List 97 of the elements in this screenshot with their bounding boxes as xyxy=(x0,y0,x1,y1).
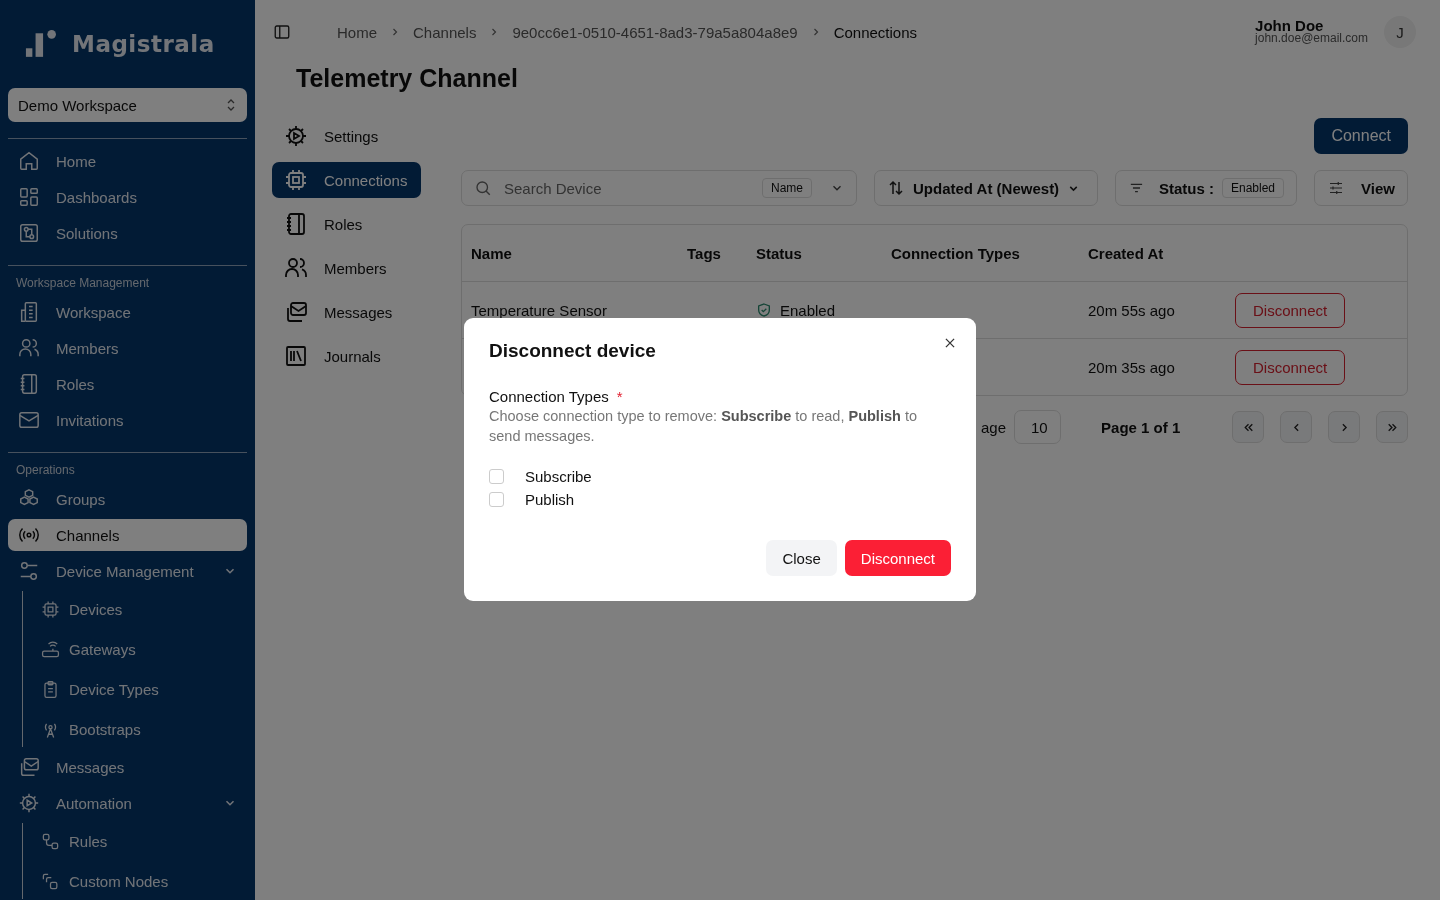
channel-tab[interactable]: Journals xyxy=(272,338,421,374)
close-icon[interactable] xyxy=(943,336,957,350)
notebook-icon xyxy=(284,212,308,236)
field-description: Choose connection type to remove: Subscribe to read, Publish to send messages. xyxy=(489,407,918,446)
settings-icon xyxy=(18,792,40,814)
column-header: Connection Types xyxy=(891,244,1021,262)
sidebar-item[interactable]: Invitations xyxy=(8,404,247,436)
user-avatar[interactable]: J xyxy=(1384,16,1416,48)
column-header: Created At xyxy=(1088,244,1165,262)
channel-tab[interactable]: Roles xyxy=(272,206,421,242)
dialog-title: Disconnect device xyxy=(489,340,657,362)
breadcrumb-link[interactable]: Home xyxy=(337,23,377,41)
sidebar-item[interactable]: Solutions xyxy=(8,217,247,249)
channel-tab[interactable]: Connections xyxy=(272,162,421,198)
view-button[interactable]: View xyxy=(1314,170,1408,206)
circuit-board-icon xyxy=(18,222,40,244)
sidebar-item[interactable]: Workspace xyxy=(8,296,247,328)
users-icon xyxy=(18,337,40,359)
sidebar-item[interactable]: Roles xyxy=(8,368,247,400)
page-indicator: Page 1 of 1 xyxy=(1101,418,1181,436)
channel-tab[interactable]: Members xyxy=(272,250,421,286)
rows-per-page-label: age xyxy=(981,418,1007,436)
library-icon xyxy=(284,344,308,368)
sidebar-subitem[interactable]: Rules xyxy=(41,823,247,859)
sidebar-item[interactable]: Dashboards xyxy=(8,181,247,213)
sidebar-subitem[interactable]: Bootstraps xyxy=(41,711,247,747)
checkbox-label: Publish xyxy=(525,491,575,508)
section-heading: Operations xyxy=(15,462,76,479)
disconnect-button[interactable]: Disconnect xyxy=(1235,292,1346,328)
dashboard-grid-icon xyxy=(18,186,40,208)
checkbox[interactable] xyxy=(489,469,504,484)
checkbox[interactable] xyxy=(489,492,504,507)
search-icon xyxy=(474,179,492,197)
status-text: Enabled xyxy=(780,301,836,319)
clipboard-icon xyxy=(41,679,60,699)
sidebar-item[interactable]: Members xyxy=(8,332,247,364)
user-email: john.doe@email.com xyxy=(1255,32,1368,45)
table-cell: 20m 55s ago xyxy=(1088,301,1175,319)
home-icon xyxy=(18,150,40,172)
sidebar-item[interactable]: Messages xyxy=(8,751,247,783)
chip-icon xyxy=(284,168,308,192)
breadcrumb-link[interactable]: Channels xyxy=(413,23,477,41)
field-label: Connection Types xyxy=(489,388,609,405)
notebook-icon xyxy=(18,373,40,395)
filter-label: Status : xyxy=(1158,179,1214,197)
column-header: Status xyxy=(756,244,803,262)
sort-arrows-icon xyxy=(887,179,905,197)
rules-icon xyxy=(41,831,60,851)
sidebar-subitem[interactable]: Gateways xyxy=(41,631,247,667)
users-icon xyxy=(284,256,308,280)
disconnect-button[interactable]: Disconnect xyxy=(844,540,951,576)
user-name: John Doe xyxy=(1255,19,1324,32)
channel-tab[interactable]: Messages xyxy=(272,294,421,330)
connect-button[interactable]: Connect xyxy=(1314,118,1408,154)
column-header: Tags xyxy=(687,244,722,262)
sidebar-item[interactable]: Groups xyxy=(8,483,247,515)
rows-per-page-select[interactable]: 10 xyxy=(1014,410,1062,444)
search-field[interactable]: Search Device Name xyxy=(461,170,857,206)
disconnect-button[interactable]: Disconnect xyxy=(1235,349,1346,385)
mail-icon xyxy=(18,409,40,431)
sidebar-item[interactable]: Home xyxy=(8,145,247,177)
sidebar-item[interactable]: Channels xyxy=(8,519,247,551)
router-icon xyxy=(41,639,60,659)
breadcrumb-link[interactable]: 9e0cc6e1-0510-4651-8ad3-79a5a804a8e9 xyxy=(512,23,798,41)
sliders-icon xyxy=(1327,179,1345,197)
page-title: Telemetry Channel xyxy=(296,64,519,94)
sidebar-toggle-icon[interactable] xyxy=(273,23,291,41)
section-heading: Workspace Management xyxy=(15,275,151,292)
sort-button[interactable]: Updated At (Newest) xyxy=(874,170,1098,206)
chevrons-icon xyxy=(225,97,237,113)
channel-tab[interactable]: Settings xyxy=(272,118,421,154)
chip-icon xyxy=(41,599,60,619)
sidebar-item[interactable]: Automation xyxy=(8,787,247,819)
last-page-button[interactable] xyxy=(1376,411,1408,443)
checkbox-label: Subscribe xyxy=(525,468,592,485)
settings-icon xyxy=(284,124,308,148)
nodes-icon xyxy=(41,871,60,891)
table-cell: 20m 35s ago xyxy=(1088,358,1175,376)
column-header: Name xyxy=(471,244,513,262)
table-cell: Temperature Sensor xyxy=(471,301,607,319)
required-mark: * xyxy=(616,388,623,405)
first-page-button[interactable] xyxy=(1232,411,1264,443)
filter-value: Enabled xyxy=(1221,178,1284,198)
brand-name: Magistrala xyxy=(72,31,215,57)
building-icon xyxy=(18,301,40,323)
sidebar-subitem[interactable]: Devices xyxy=(41,591,247,627)
mail-stack-icon xyxy=(18,756,40,778)
shield-check-icon xyxy=(756,302,772,318)
mail-stack-icon xyxy=(284,300,308,324)
sidebar-item[interactable]: Device Management xyxy=(8,555,247,587)
sliders-icon xyxy=(18,560,40,582)
search-field-selector[interactable]: Name xyxy=(762,178,812,198)
sidebar-subitem[interactable]: Device Types xyxy=(41,671,247,707)
sidebar-subitem[interactable]: Custom Nodes xyxy=(41,863,247,899)
workspace-select[interactable]: Demo Workspace xyxy=(8,88,247,122)
close-button[interactable]: Close xyxy=(766,540,837,576)
status-filter[interactable]: Status : Enabled xyxy=(1115,170,1297,206)
